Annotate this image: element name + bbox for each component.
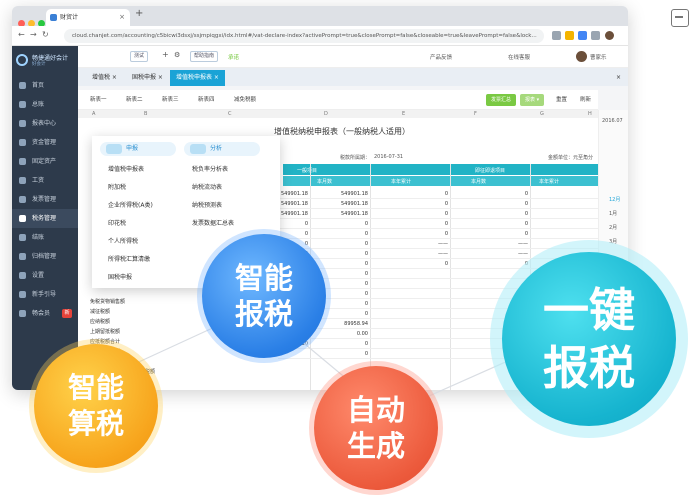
bubble-text: 自动 (346, 393, 405, 427)
bubble-text: 一键 (543, 283, 635, 337)
smart-report-bubble: 智能 报税 (202, 234, 326, 358)
auto-generate-bubble: 自动 生成 (314, 366, 438, 490)
bubble-text: 智能 (67, 371, 124, 404)
one-key-report-bubble: 一键 报税 (502, 252, 676, 426)
smart-calc-bubble: 智能 算税 (34, 344, 158, 468)
bubble-text: 报税 (234, 297, 293, 331)
stage: 财贸计 × + ← → ↻ cloud.chanjet.com/accounti… (0, 0, 700, 504)
bubble-text: 生成 (346, 429, 405, 463)
exit-icon[interactable] (671, 9, 689, 27)
bubble-text: 报税 (543, 341, 635, 395)
bubble-text: 智能 (234, 261, 293, 295)
bubble-text: 算税 (67, 407, 124, 440)
